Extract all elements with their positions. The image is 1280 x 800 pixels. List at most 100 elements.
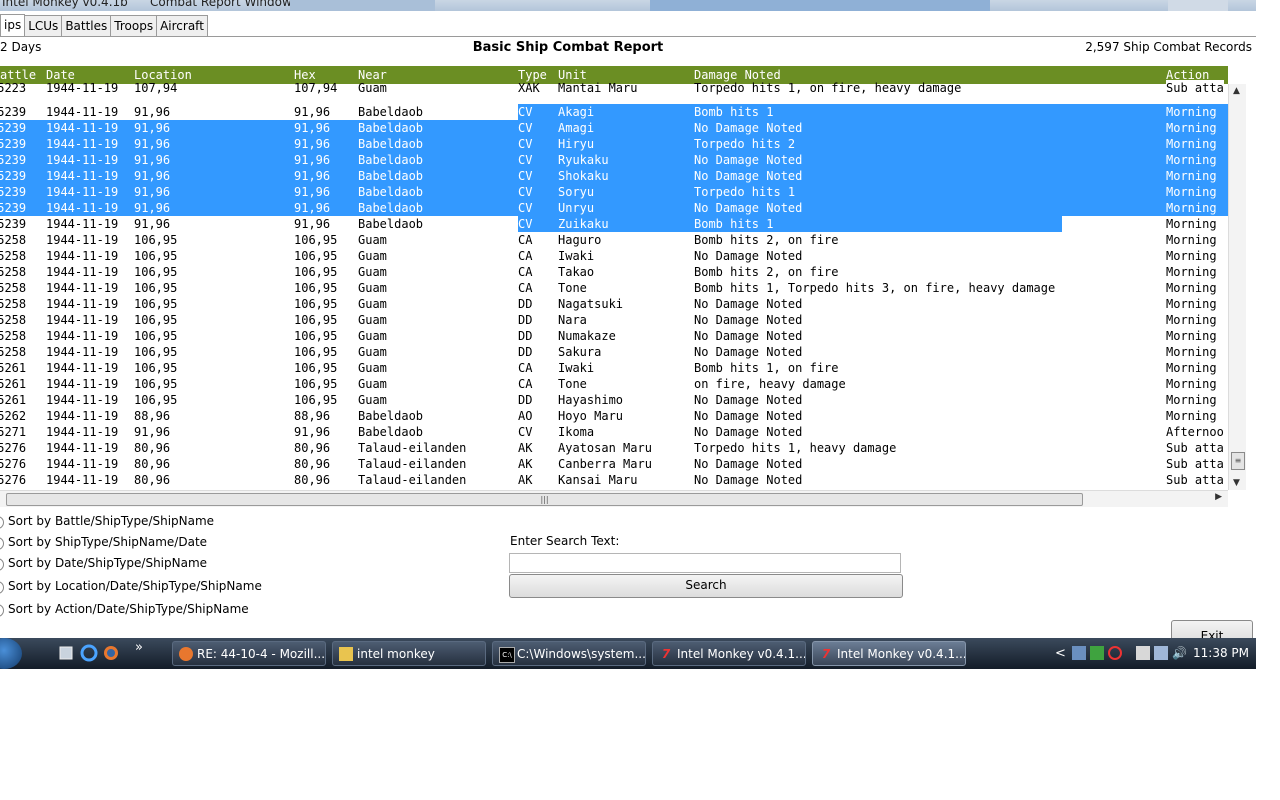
cell-action: Sub atta <box>1166 80 1224 96</box>
table-row[interactable]: 05239 1944-11-19 91,96 91,96 Babeldaob CV Shok… <box>0 168 1228 184</box>
volume-icon[interactable]: 🔊 <box>1172 638 1187 669</box>
table-row[interactable]: 05239 1944-11-19 91,96 91,96 Babeldaob CV Amag… <box>0 120 1228 136</box>
table-row[interactable]: 05239 1944-11-19 91,96 91,96 Babeldaob CV Ryuk… <box>0 152 1228 168</box>
radio-icon[interactable] <box>0 581 4 594</box>
table-row[interactable]: 05223 1944-11-19 107,94 107,94 Guam XAK Mantai… <box>0 80 1228 96</box>
table-row[interactable]: 05239 1944-11-19 91,96 91,96 Babeldaob CV Zuik… <box>0 216 1228 232</box>
radio-icon[interactable] <box>0 604 4 617</box>
cell-action: Morning <box>1166 360 1217 376</box>
tab-aircraft[interactable]: Aircraft <box>156 15 208 36</box>
task-intel-monkey-1[interactable]: 7 Intel Monkey v0.4.1... <box>652 641 806 666</box>
vertical-scroll-thumb[interactable]: ≡ <box>1231 452 1245 470</box>
tray-expand-arrow-icon[interactable]: < <box>1055 638 1066 669</box>
cell-location: 80,96 <box>134 457 171 471</box>
cell-hex: 91,96 <box>294 105 331 119</box>
table-row[interactable]: 05239 1944-11-19 91,96 91,96 Babeldaob CV Hiry… <box>0 136 1228 152</box>
task-firefox[interactable]: RE: 44-10-4 - Mozill... <box>172 641 326 666</box>
cell-hex: 106,95 <box>294 377 338 391</box>
vertical-scrollbar[interactable]: ▲ ≡ ▼ <box>1228 84 1246 490</box>
cell-type: CV <box>518 217 533 231</box>
scroll-up-arrow-icon[interactable]: ▲ <box>1233 86 1240 96</box>
cell-location: 91,96 <box>134 137 171 151</box>
table-row[interactable]: 05276 1944-11-19 80,96 80,96 Talaud-eilanden… <box>0 440 1228 456</box>
cell-unit: Mantai Maru <box>558 81 638 95</box>
cell-date: 1944-11-19 <box>46 473 119 487</box>
cell-damage: No Damage Noted <box>694 121 803 135</box>
firefox-quicklaunch-icon[interactable] <box>102 644 120 662</box>
table-row[interactable]: 05239 1944-11-19 91,96 91,96 Babeldaob CV Akag… <box>0 104 1228 120</box>
combat-report-grid[interactable]: attle Date Location Hex Near Type Unit D… <box>0 66 1228 490</box>
cell-location: 106,95 <box>134 393 178 407</box>
table-row[interactable]: 05261 1944-11-19 106,95 106,95 Guam CA Iwaki Bo… <box>0 360 1228 376</box>
table-row[interactable]: 05239 1944-11-19 91,96 91,96 Babeldaob CV Sory… <box>0 184 1228 200</box>
tab-ships[interactable]: ips <box>0 14 26 37</box>
tab-troops[interactable]: Troops <box>110 15 158 36</box>
table-row[interactable]: 05261 1944-11-19 106,95 106,95 Guam CA Tone on … <box>0 376 1228 392</box>
cell-unit: Amagi <box>558 121 595 135</box>
table-row[interactable]: 05258 1944-11-19 106,95 106,95 Guam DD Nara No … <box>0 312 1228 328</box>
cell-type: CA <box>518 377 533 391</box>
tab-lcus[interactable]: LCUs <box>24 15 63 36</box>
monitor-icon[interactable] <box>1154 646 1168 660</box>
start-button[interactable] <box>0 638 22 669</box>
report-title: Basic Ship Combat Report <box>472 40 664 55</box>
cell-location: 91,96 <box>134 217 171 231</box>
horizontal-scrollbar[interactable]: ||| ▶ <box>0 490 1228 507</box>
cell-hex: 91,96 <box>294 153 331 167</box>
tab-battles[interactable]: Battles <box>61 15 112 36</box>
cell-date: 1944-11-19 <box>46 393 119 407</box>
search-label: Enter Search Text: <box>510 534 620 548</box>
cell-location: 91,96 <box>134 121 171 135</box>
cell-near: Guam <box>358 377 387 391</box>
search-input[interactable] <box>509 553 901 573</box>
table-row[interactable]: 05258 1944-11-19 106,95 106,95 Guam DD Sakura N… <box>0 344 1228 360</box>
table-row[interactable]: 05261 1944-11-19 106,95 106,95 Guam DD Hayashi… <box>0 392 1228 408</box>
table-row[interactable]: 05262 1944-11-19 88,96 88,96 Babeldaob AO Hoyo… <box>0 408 1228 424</box>
internet-explorer-icon[interactable] <box>80 644 98 662</box>
scroll-right-arrow-icon[interactable]: ▶ <box>1215 492 1222 502</box>
clock[interactable]: 11:38 PM <box>1193 638 1249 669</box>
cell-location: 106,95 <box>134 281 178 295</box>
cell-damage: Bomb hits 1 <box>694 105 774 119</box>
table-row[interactable]: 05271 1944-11-19 91,96 91,96 Babeldaob CV Ikom… <box>0 424 1228 440</box>
radio-icon[interactable] <box>0 516 4 529</box>
table-row[interactable]: 05258 1944-11-19 106,95 106,95 Guam CA Iwaki No… <box>0 248 1228 264</box>
table-row[interactable]: 05258 1944-11-19 106,95 106,95 Guam CA Takao Bo… <box>0 264 1228 280</box>
search-button[interactable]: Search <box>509 574 903 598</box>
window-titlebar[interactable]: Intel Monkey v0.4.1b Combat Report Windo… <box>0 0 1256 11</box>
table-row[interactable]: 05258 1944-11-19 106,95 106,95 Guam DD Nagatsu… <box>0 296 1228 312</box>
cell-near: Guam <box>358 249 387 263</box>
table-row[interactable]: 05258 1944-11-19 106,95 106,95 Guam CA Tone Bom… <box>0 280 1228 296</box>
cell-date: 1944-11-19 <box>46 265 119 279</box>
cell-hex: 80,96 <box>294 441 331 455</box>
device-icon[interactable] <box>1136 646 1150 660</box>
table-row[interactable]: 05239 1944-11-19 91,96 91,96 Babeldaob CV Unry… <box>0 200 1228 216</box>
table-row[interactable]: 05258 1944-11-19 106,95 106,95 Guam DD Numakaz… <box>0 328 1228 344</box>
show-desktop-icon[interactable] <box>57 644 75 662</box>
task-cmd[interactable]: C:\ C:\Windows\system... <box>492 641 646 666</box>
cell-hex: 91,96 <box>294 121 331 135</box>
cell-battle: 05276 <box>0 457 27 471</box>
cell-action: Morning <box>1166 232 1217 248</box>
task-intel-monkey-2[interactable]: 7 Intel Monkey v0.4.1... <box>812 641 966 666</box>
scroll-down-arrow-icon[interactable]: ▼ <box>1233 478 1240 488</box>
table-row[interactable]: 05258 1944-11-19 106,95 106,95 Guam CA Haguro B… <box>0 232 1228 248</box>
cell-unit: Zuikaku <box>558 217 609 231</box>
task-folder[interactable]: intel monkey <box>332 641 486 666</box>
quicklaunch-overflow-icon[interactable]: » <box>135 640 143 655</box>
table-row[interactable]: 05276 1944-11-19 80,96 80,96 Talaud-eilanden… <box>0 456 1228 472</box>
cell-damage: Bomb hits 1 <box>694 217 774 231</box>
cell-battle: 05258 <box>0 313 27 327</box>
horizontal-scroll-thumb[interactable]: ||| <box>6 493 1083 506</box>
table-row[interactable]: 05276 1944-11-19 80,96 80,96 Talaud-eilanden… <box>0 472 1228 488</box>
cell-damage: Torpedo hits 2 <box>694 137 796 151</box>
radio-icon[interactable] <box>0 537 4 550</box>
cell-near: Guam <box>358 81 387 95</box>
antivirus-icon[interactable] <box>1108 646 1122 660</box>
network-icon[interactable] <box>1072 646 1086 660</box>
cell-date: 1944-11-19 <box>46 297 119 311</box>
cell-battle: 05223 <box>0 81 27 95</box>
radio-icon[interactable] <box>0 558 4 571</box>
cell-battle: 05276 <box>0 473 27 487</box>
check-icon[interactable] <box>1090 646 1104 660</box>
